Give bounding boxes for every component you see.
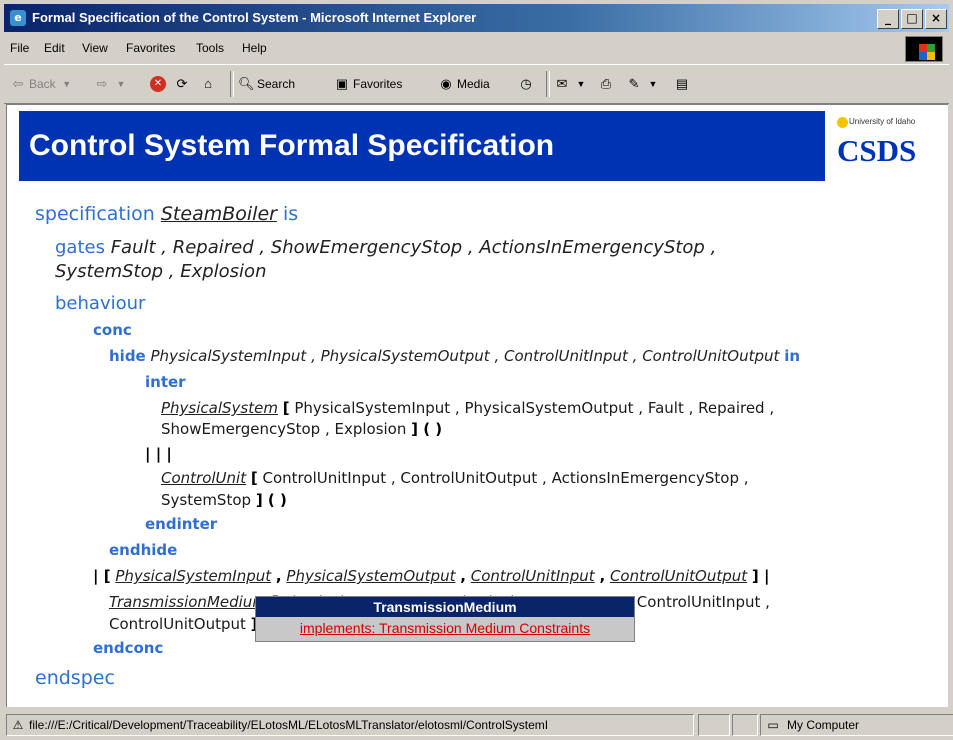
spec-name-link[interactable]: SteamBoiler [161, 203, 277, 225]
status-bar: ⚠ file:///E:/Critical/Development/Tracea… [4, 712, 953, 736]
home-icon: ⌂ [204, 76, 212, 91]
chevron-down-icon: ▼ [576, 79, 586, 89]
menu-favorites[interactable]: Favorites [126, 33, 175, 63]
media-icon: ◉ [440, 76, 452, 91]
close-button[interactable]: × [925, 9, 947, 29]
gate-physical-system-output-link[interactable]: PhysicalSystemOutput [286, 567, 455, 585]
behaviour-keyword: behaviour [55, 293, 146, 314]
parallel-operator: | | | [145, 445, 172, 463]
chevron-down-icon: ▼ [62, 79, 72, 89]
status-zone: ▭ My Computer [760, 714, 953, 736]
ie-icon: e [10, 10, 26, 26]
tooltip-title: TransmissionMedium [256, 597, 634, 617]
physical-system-line-2: ShowEmergencyStop , Explosion ] ( ) [161, 420, 443, 438]
refresh-button[interactable]: ⟳ [174, 74, 190, 94]
title-bar[interactable]: e Formal Specification of the Control Sy… [4, 4, 949, 32]
gate-control-unit-input-link[interactable]: ControlUnitInput [471, 567, 595, 585]
chevron-down-icon: ▼ [648, 79, 658, 89]
maximize-button[interactable]: □ [901, 9, 923, 29]
csds-logo: University of Idaho CSDS [837, 117, 917, 168]
sync-gates-line: | [ PhysicalSystemInput , PhysicalSystem… [93, 567, 770, 585]
transmission-medium-tooltip: TransmissionMedium implements: Transmiss… [255, 596, 635, 642]
gates-line: gates Fault , Repaired , ShowEmergencySt… [55, 237, 717, 258]
stop-icon: ✕ [150, 76, 166, 92]
spec-header: specification SteamBoiler is [35, 203, 299, 225]
print-icon: ⎙ [600, 76, 612, 91]
menu-help[interactable]: Help [242, 33, 267, 63]
sun-icon [837, 117, 848, 128]
menu-tools[interactable]: Tools [196, 33, 224, 63]
favorites-folder-icon: ▣ [335, 76, 349, 91]
gate-control-unit-output-link[interactable]: ControlUnitOutput [610, 567, 747, 585]
tooltip-constraint-link[interactable]: implements: Transmission Medium Constrai… [256, 617, 634, 639]
gates-line-2: SystemStop , Explosion [55, 261, 267, 282]
hide-line: hide PhysicalSystemInput , PhysicalSyste… [109, 347, 801, 365]
physical-system-link[interactable]: PhysicalSystem [161, 399, 278, 417]
status-url: ⚠ file:///E:/Critical/Development/Tracea… [6, 714, 694, 736]
history-button[interactable]: ◷ [518, 74, 534, 94]
refresh-icon: ⟳ [176, 76, 188, 91]
stop-button[interactable]: ✕ [150, 74, 166, 94]
my-computer-icon: ▭ [767, 718, 779, 732]
status-cell-security [732, 714, 758, 736]
media-button[interactable]: ◉ Media [438, 74, 489, 94]
mail-button[interactable]: ✉ ▼ [554, 74, 589, 94]
page-banner: Control System Formal Specification [19, 111, 825, 181]
endspec-keyword: endspec [35, 667, 115, 689]
search-button[interactable]: 🔍︎ Search [238, 74, 295, 94]
windows-logo-icon [905, 36, 943, 62]
menu-bar: File Edit View Favorites Tools Help [4, 33, 949, 63]
control-unit-line-2: SystemStop ] ( ) [161, 491, 287, 509]
print-button[interactable]: ⎙ [598, 74, 614, 94]
physical-system-line: PhysicalSystem [ PhysicalSystemInput , P… [161, 399, 775, 417]
favorites-button[interactable]: ▣ Favorites [334, 74, 403, 94]
transmission-medium-link[interactable]: TransmissionMedium [109, 593, 267, 611]
menu-file[interactable]: File [10, 33, 29, 63]
warning-page-icon: ⚠ [12, 718, 24, 732]
endinter-keyword: endinter [145, 515, 218, 533]
gate-physical-system-input-link[interactable]: PhysicalSystemInput [115, 567, 271, 585]
back-arrow-icon: ⇦ [12, 76, 24, 91]
back-button[interactable]: ⇦ Back ▼ [10, 74, 75, 94]
menu-edit[interactable]: Edit [44, 33, 65, 63]
inter-keyword: inter [145, 373, 186, 391]
home-button[interactable]: ⌂ [200, 74, 216, 94]
control-unit-line: ControlUnit [ ControlUnitInput , Control… [161, 469, 749, 487]
discuss-button[interactable]: ▤ [674, 74, 690, 94]
page-title: Control System Formal Specification [29, 129, 555, 162]
history-icon: ◷ [520, 76, 532, 91]
status-cell-progress [698, 714, 730, 736]
browser-window: e Formal Specification of the Control Sy… [0, 0, 953, 740]
menu-view[interactable]: View [82, 33, 108, 63]
edit-button[interactable]: ✎ ▼ [626, 74, 661, 94]
minimize-button[interactable]: _ [877, 9, 899, 29]
forward-arrow-icon: ⇨ [96, 76, 108, 91]
forward-button[interactable]: ⇨ ▼ [94, 74, 129, 94]
endconc-keyword: endconc [93, 639, 164, 657]
document-icon: ▤ [675, 76, 689, 91]
endhide-keyword: endhide [109, 541, 178, 559]
search-icon: 🔍︎ [238, 76, 255, 91]
chevron-down-icon: ▼ [116, 79, 126, 89]
mail-icon: ✉ [556, 76, 568, 91]
conc-keyword: conc [93, 321, 132, 339]
toolbar: ⇦ Back ▼ ⇨ ▼ ✕ ⟳ ⌂ 🔍︎ Search ▣ Favorites… [4, 64, 949, 104]
control-unit-link[interactable]: ControlUnit [161, 469, 246, 487]
window-title: Formal Specification of the Control Syst… [32, 10, 477, 25]
edit-icon: ✎ [628, 76, 640, 91]
